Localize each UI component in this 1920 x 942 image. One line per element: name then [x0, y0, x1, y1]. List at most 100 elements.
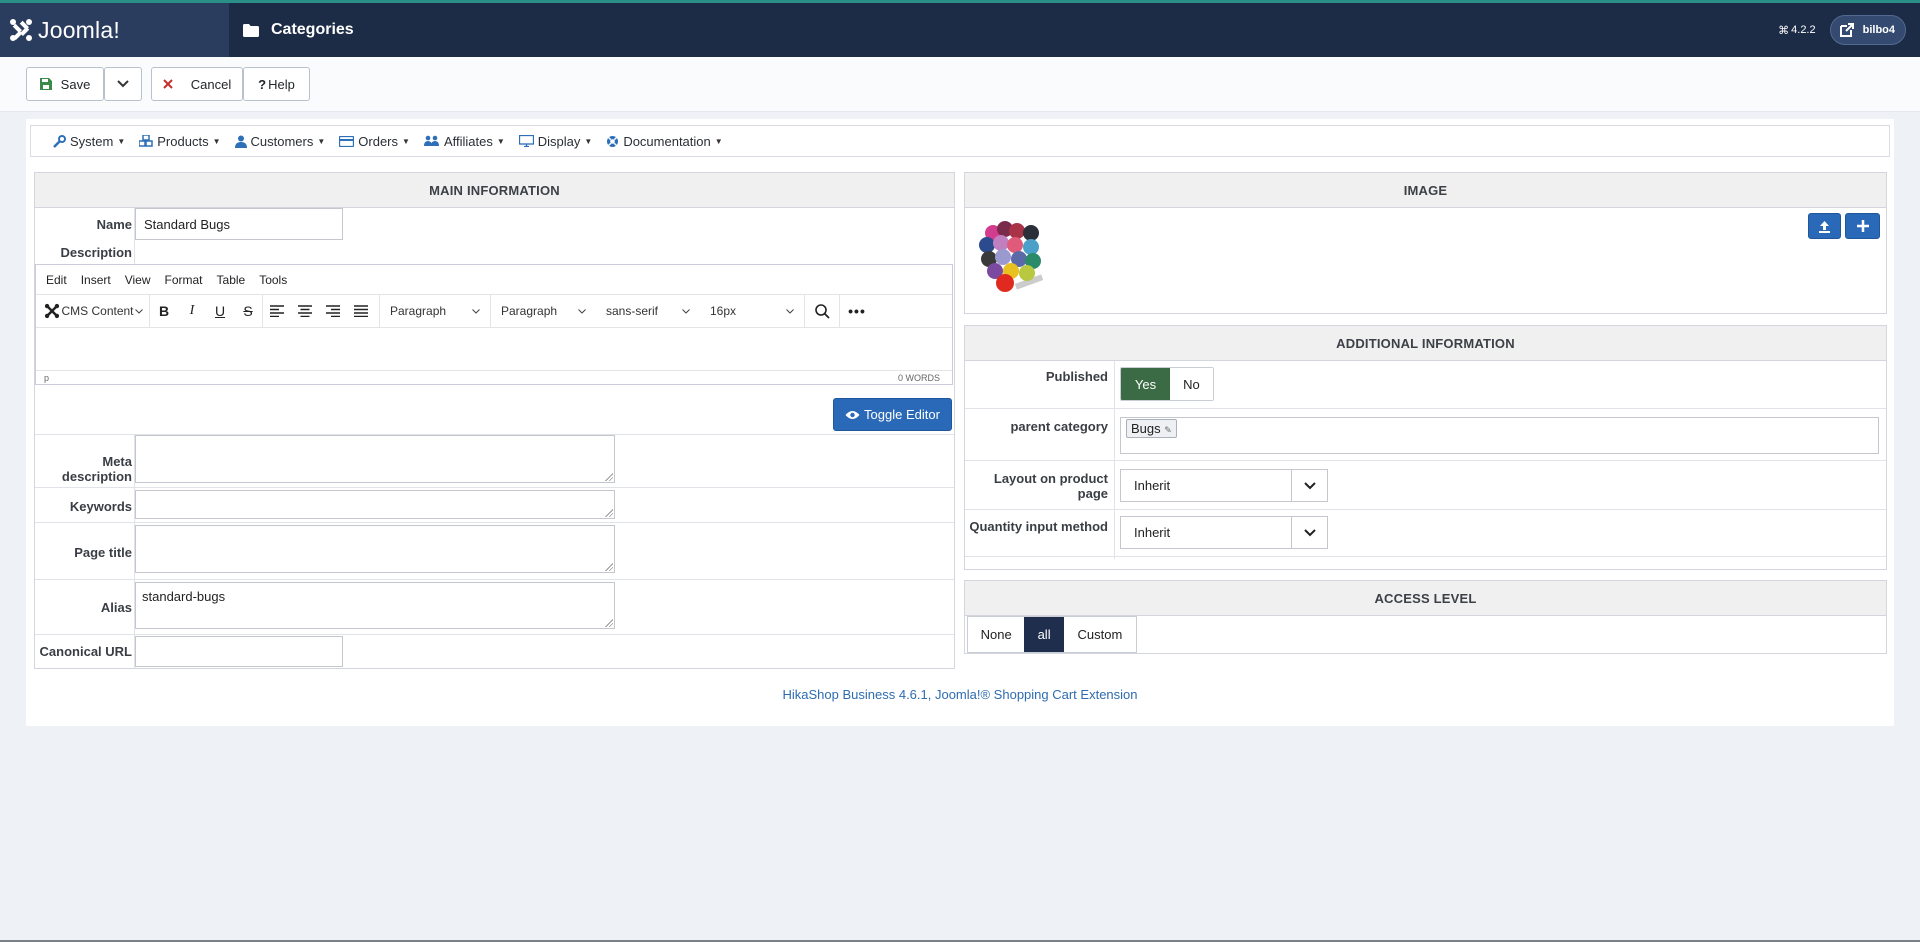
align-left-icon [270, 305, 284, 317]
parent-category-selector[interactable] [1120, 417, 1879, 454]
underline-button[interactable]: U [206, 303, 234, 319]
version-badge: ⌘ 4.2.2 [1778, 24, 1815, 37]
menu-customers[interactable]: Customers ▼ [234, 134, 325, 149]
user-menu-button[interactable]: bilbo4 [1829, 15, 1906, 45]
toggle-editor-button[interactable]: Toggle Editor [833, 398, 952, 431]
edit-pencil-icon[interactable]: ✎ [1164, 425, 1172, 435]
save-options-dropdown[interactable] [104, 67, 142, 101]
access-custom-button[interactable]: Custom [1063, 617, 1136, 652]
published-toggle: Yes No [1120, 367, 1214, 401]
menu-affiliates[interactable]: Affiliates ▼ [423, 134, 505, 149]
user-icon [234, 135, 247, 148]
block-format-dropdown-1[interactable]: Paragraph [380, 304, 490, 318]
page-title: Categories [271, 21, 354, 38]
parent-category-tag[interactable]: Bugs ✎ [1126, 419, 1177, 438]
editor-menu-format[interactable]: Format [165, 273, 203, 287]
font-size-dropdown[interactable]: 16px [700, 304, 804, 318]
italic-button[interactable]: I [178, 303, 206, 319]
chevron-down-icon [578, 308, 586, 314]
cancel-button[interactable]: Cancel [151, 67, 243, 101]
layout-label: Layout on product page [993, 471, 1108, 501]
underline-icon: U [214, 303, 226, 319]
chevron-down-icon [1291, 470, 1327, 501]
wrench-icon [53, 134, 66, 148]
additional-information-heading: ADDITIONAL INFORMATION [965, 326, 1886, 361]
meta-description-textarea[interactable] [135, 435, 615, 483]
menu-products[interactable]: Products ▼ [139, 134, 221, 149]
category-image-thumbnail[interactable] [975, 219, 1053, 301]
main-information-heading: MAIN INFORMATION [35, 173, 954, 208]
align-center-button[interactable] [291, 305, 319, 317]
editor-content-area[interactable] [36, 329, 952, 371]
name-label: Name [96, 217, 132, 232]
bold-button[interactable]: B [150, 303, 178, 319]
search-icon [814, 303, 830, 319]
name-input[interactable]: Standard Bugs [135, 208, 343, 240]
align-left-button[interactable] [263, 305, 291, 317]
description-editor: Edit Insert View Format Table Tools CMS … [35, 264, 953, 385]
editor-menubar: Edit Insert View Format Table Tools [36, 265, 952, 295]
bugs-image [979, 221, 1044, 292]
help-button[interactable]: ? Help [243, 67, 310, 101]
editor-menu-view[interactable]: View [125, 273, 151, 287]
chevron-down-icon [786, 308, 794, 314]
published-label: Published [1045, 369, 1108, 384]
strikethrough-button[interactable]: S [234, 303, 262, 319]
bold-icon: B [158, 303, 170, 319]
cancel-label: Cancel [190, 76, 232, 92]
upload-image-button[interactable] [1808, 213, 1841, 239]
alias-label: Alias [100, 600, 132, 615]
parent-category-value: Bugs [1131, 421, 1161, 436]
hikashop-footer-link[interactable]: HikaShop Business 4.6.1, Joomla!® Shoppi… [0, 687, 1920, 702]
layout-select[interactable]: Inherit [1120, 469, 1328, 502]
cms-content-dropdown[interactable]: CMS Content [36, 303, 149, 319]
menu-system[interactable]: System ▼ [53, 134, 125, 149]
users-cog-icon [423, 135, 440, 147]
alias-value: standard-bugs [142, 589, 226, 604]
save-button[interactable]: Save [26, 67, 104, 101]
chevron-down-icon [117, 80, 129, 88]
published-yes-button[interactable]: Yes [1121, 368, 1170, 400]
search-replace-button[interactable] [805, 303, 839, 319]
quantity-input-select[interactable]: Inherit [1120, 516, 1328, 549]
access-none-button[interactable]: None [968, 617, 1025, 652]
chevron-down-icon [682, 308, 690, 314]
action-toolbar: Save Cancel ? Help [0, 57, 1920, 112]
editor-menu-edit[interactable]: Edit [46, 273, 67, 287]
editor-menu-insert[interactable]: Insert [81, 273, 111, 287]
logo-text: Joomla! [38, 16, 120, 43]
joomla-logo[interactable]: Joomla! [0, 3, 229, 57]
font-family-dropdown[interactable]: sans-serif [596, 304, 700, 318]
version-text: 4.2.2 [1791, 24, 1816, 36]
monitor-icon [518, 135, 534, 147]
joomla-small-icon [44, 303, 60, 319]
access-all-button[interactable]: all [1024, 617, 1064, 652]
block-format-dropdown-2[interactable]: Paragraph [491, 304, 596, 318]
more-tools-button[interactable]: ••• [840, 303, 874, 319]
alias-textarea[interactable]: standard-bugs [135, 582, 615, 629]
help-label: Help [268, 76, 295, 92]
canonical-url-label: Canonical URL [39, 644, 132, 659]
menu-display[interactable]: Display ▼ [518, 134, 592, 149]
menu-orders[interactable]: Orders ▼ [339, 134, 410, 149]
image-fieldset: IMAGE [964, 172, 1887, 314]
align-right-button[interactable] [319, 305, 347, 317]
image-heading: IMAGE [965, 173, 1886, 208]
menu-documentation[interactable]: Documentation ▼ [606, 134, 723, 149]
canonical-url-input[interactable] [135, 636, 343, 667]
add-image-button[interactable] [1845, 213, 1880, 239]
hikashop-menubar: System ▼ Products ▼ Customers ▼ Orders ▼ Aff… [30, 125, 1890, 157]
editor-menu-tools[interactable]: Tools [259, 273, 287, 287]
parent-category-label: parent category [1010, 419, 1108, 434]
align-justify-button[interactable] [347, 305, 375, 317]
published-no-button[interactable]: No [1169, 368, 1213, 400]
floppy-disk-icon [39, 78, 52, 90]
editor-word-count: 0 WORDS [897, 372, 940, 383]
user-name: bilbo4 [1862, 24, 1895, 36]
meta-description-label: Meta description [61, 454, 132, 484]
editor-menu-table[interactable]: Table [217, 273, 246, 287]
page-title-textarea[interactable] [135, 525, 615, 573]
quantity-input-label: Quantity input method [969, 519, 1108, 534]
access-level-heading: ACCESS LEVEL [965, 581, 1886, 616]
keywords-textarea[interactable] [135, 490, 615, 519]
